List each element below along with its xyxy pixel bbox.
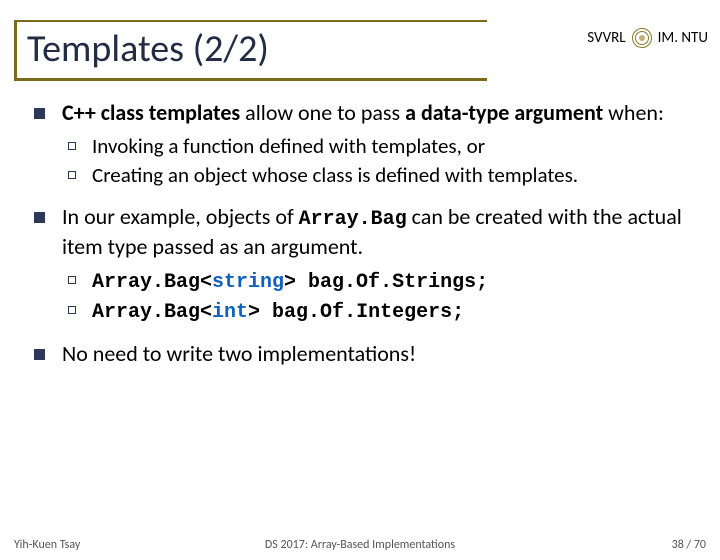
bullet-item: In our example, objects of Array.Bag can… [28, 203, 692, 326]
sub-item: Invoking a function defined with templat… [62, 133, 692, 160]
footer: Yih-Kuen Tsay DS 2017: Array-Based Imple… [0, 538, 720, 552]
header: SVVRL IM. NTU [587, 28, 708, 48]
sub-item: Array.Bag<int> bag.Of.Integers; [62, 297, 692, 326]
bullet-text: No need to write two implementations! [62, 340, 416, 367]
sub-item: Creating an object whose class is define… [62, 162, 692, 189]
header-left: SVVRL [587, 29, 625, 47]
bullet-list: C++ class templates allow one to pass a … [28, 99, 692, 368]
footer-center: DS 2017: Array-Based Implementations [0, 538, 720, 552]
title-block: Templates (2/2) [14, 20, 487, 81]
bullet-text: C++ class templates allow one to pass a … [62, 99, 664, 126]
sub-item: Array.Bag<string> bag.Of.Strings; [62, 267, 692, 296]
seal-icon [632, 28, 652, 48]
bullet-text: In our example, objects of Array.Bag can… [62, 203, 682, 260]
slide-title: Templates (2/2) [17, 22, 487, 78]
bullet-item: C++ class templates allow one to pass a … [28, 99, 692, 189]
sub-list: Array.Bag<string> bag.Of.Strings;Array.B… [62, 267, 692, 326]
header-right: IM. NTU [658, 29, 708, 47]
bullet-item: No need to write two implementations! [28, 340, 692, 368]
content: C++ class templates allow one to pass a … [0, 81, 720, 368]
sub-list: Invoking a function defined with templat… [62, 133, 692, 189]
